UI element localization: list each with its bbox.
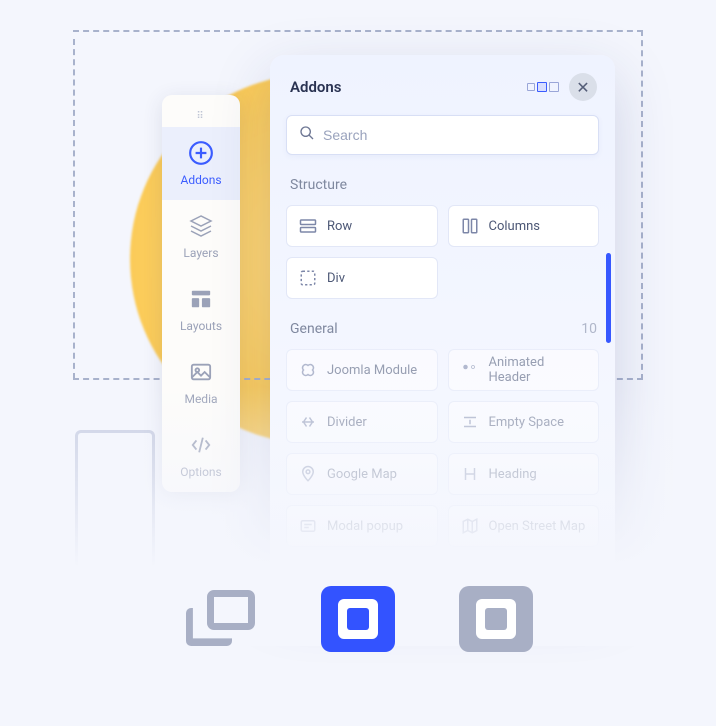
layout-mode-medium-icon[interactable] (537, 82, 547, 92)
search-icon (299, 125, 315, 145)
drag-handle-icon[interactable]: ⠿ (162, 105, 240, 127)
sidebar-item-label: Media (184, 392, 217, 406)
close-button[interactable]: ✕ (569, 73, 597, 101)
plus-circle-icon (188, 140, 214, 166)
section-label: Structure (290, 177, 347, 193)
search-input[interactable] (323, 127, 586, 143)
card-columns[interactable]: Columns (448, 205, 600, 247)
animated-header-icon (461, 361, 479, 379)
decor-rect (75, 430, 155, 580)
footer-stack-icon[interactable] (183, 586, 257, 652)
card-label: Joomla Module (327, 363, 417, 378)
options-icon (188, 432, 214, 458)
divider-icon (299, 413, 317, 431)
card-joomla-module[interactable]: Joomla Module (286, 349, 438, 391)
sidebar-item-layers[interactable]: Layers (162, 200, 240, 273)
panel-header-actions: ✕ (527, 73, 597, 101)
general-grid: Joomla Module Animated Header Divider Em… (286, 349, 599, 585)
card-empty-space[interactable]: Empty Space (448, 401, 600, 443)
structure-grid: Row Columns Div (286, 205, 599, 299)
card-raw-html[interactable]: Raw HTML (448, 557, 600, 585)
sidebar-item-label: Layouts (180, 319, 222, 333)
section-general-header: General 10 (290, 321, 597, 337)
map-pin-icon (299, 465, 317, 483)
card-label: Raw HTML (489, 571, 552, 586)
close-icon: ✕ (576, 78, 589, 97)
div-icon (299, 269, 317, 287)
card-heading[interactable]: Heading (448, 453, 600, 495)
panel-header: Addons ✕ (286, 71, 599, 115)
scrollbar[interactable] (606, 253, 611, 343)
layouts-icon (188, 286, 214, 312)
card-label: Google Map (327, 467, 397, 482)
footer-square-icon[interactable] (459, 586, 533, 652)
sidebar-item-layouts[interactable]: Layouts (162, 273, 240, 346)
section-label: General (290, 321, 338, 337)
card-open-street-map[interactable]: Open Street Map (448, 505, 600, 547)
sidebar-item-label: Options (180, 465, 222, 479)
layout-mode-compact-icon[interactable] (527, 83, 535, 91)
layout-mode-full-icon[interactable] (549, 82, 559, 92)
card-label: Divider (327, 415, 367, 430)
layers-icon (188, 213, 214, 239)
columns-icon (461, 217, 479, 235)
card-label: Empty Space (489, 415, 565, 430)
card-label: Modal popup (327, 519, 403, 534)
card-divider[interactable]: Divider (286, 401, 438, 443)
joomla-icon (299, 361, 317, 379)
card-google-map[interactable]: Google Map (286, 453, 438, 495)
section-count: 10 (581, 321, 597, 337)
sidebar-item-addons[interactable]: Addons (162, 127, 240, 200)
row-icon (299, 217, 317, 235)
empty-space-icon (461, 413, 479, 431)
panel-title: Addons (290, 78, 341, 96)
sidebar-item-media[interactable]: Media (162, 346, 240, 419)
sidebar-item-options[interactable]: Options (162, 419, 240, 492)
card-label: Opt-in Form (327, 571, 395, 586)
footer-icons (0, 586, 716, 652)
card-animated-header[interactable]: Animated Header (448, 349, 600, 391)
addons-panel: Addons ✕ Structure Row (270, 55, 615, 585)
code-icon (461, 569, 479, 585)
card-label: Row (327, 219, 352, 234)
media-icon (188, 359, 214, 385)
footer-square-active-icon[interactable] (321, 586, 395, 652)
stack-front-icon (207, 590, 255, 630)
optin-icon (299, 569, 317, 585)
sidebar: ⠿ Addons Layers Layouts Media Options (162, 95, 240, 492)
card-modal-popup[interactable]: Modal popup (286, 505, 438, 547)
layout-mode-switcher (527, 82, 559, 92)
card-optin-form[interactable]: Opt-in Form (286, 557, 438, 585)
card-div[interactable]: Div (286, 257, 438, 299)
card-label: Animated Header (489, 355, 587, 385)
card-label: Columns (489, 219, 541, 234)
sidebar-item-label: Addons (180, 173, 221, 187)
card-label: Heading (489, 467, 537, 482)
card-label: Open Street Map (489, 519, 586, 534)
heading-icon (461, 465, 479, 483)
osm-icon (461, 517, 479, 535)
card-row[interactable]: Row (286, 205, 438, 247)
sidebar-item-label: Layers (183, 246, 218, 260)
section-structure-header: Structure (290, 177, 597, 193)
card-label: Div (327, 271, 345, 286)
decor-dashed-box-left (73, 39, 75, 379)
modal-icon (299, 517, 317, 535)
search-box[interactable] (286, 115, 599, 155)
